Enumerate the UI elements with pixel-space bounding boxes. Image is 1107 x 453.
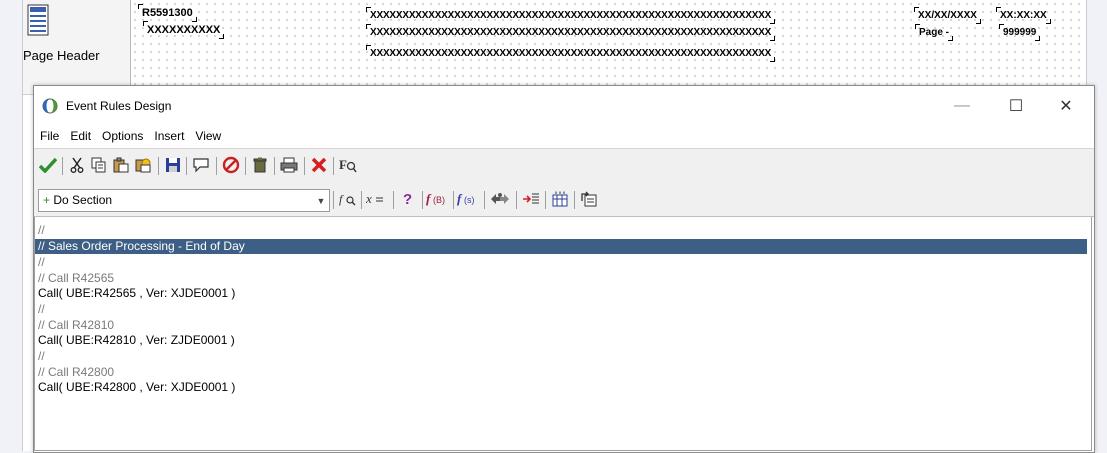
toolbar-separator	[274, 157, 275, 175]
insert-icon[interactable]	[521, 189, 541, 209]
menu-view[interactable]: View	[189, 126, 226, 143]
rule-line-selected[interactable]: // Sales Order Processing - End of Day	[35, 239, 1087, 254]
page-header-section[interactable]: Page Header	[23, 0, 131, 94]
paste-special-icon[interactable]	[133, 155, 153, 175]
toolbar-separator	[304, 157, 305, 175]
toolbar-separator	[216, 157, 217, 175]
table-io-icon[interactable]	[489, 189, 511, 209]
toolbar-separator	[186, 157, 187, 175]
rule-line-call[interactable]: Call( UBE:R42810 , Ver: ZJDE0001 )	[38, 333, 235, 348]
rule-line-call[interactable]: Call( UBE:R42800 , Ver: XJDE0001 )	[38, 380, 235, 395]
rule-line[interactable]: // Call R42800	[38, 365, 114, 380]
main-toolbar: F	[34, 148, 1094, 184]
svg-text:f: f	[339, 192, 344, 206]
svg-text:x: x	[366, 191, 372, 206]
save-icon[interactable]	[163, 155, 183, 175]
search-icon[interactable]: F	[338, 155, 358, 175]
paste-icon[interactable]	[111, 155, 131, 175]
toolbar-separator	[545, 191, 546, 209]
event-select-prefix: +	[43, 193, 51, 207]
toolbar-separator	[422, 191, 423, 209]
section-label: Page Header	[23, 48, 100, 63]
menu-edit[interactable]: Edit	[64, 126, 96, 143]
rule-line[interactable]: //	[38, 302, 45, 317]
toolbar-separator	[516, 191, 517, 209]
minimize-button[interactable]: —	[942, 92, 982, 120]
toolbar-separator	[574, 191, 575, 209]
toolbar-separator	[393, 191, 394, 209]
menu-options[interactable]: Options	[96, 126, 148, 143]
variables-icon[interactable]	[550, 189, 570, 209]
event-rules-editor[interactable]: // // Sales Order Processing - End of Da…	[34, 217, 1092, 451]
window-title: Event Rules Design	[66, 99, 172, 113]
system-function-icon[interactable]: f (s)	[457, 189, 479, 209]
page-label-field[interactable]: Page -	[914, 24, 954, 41]
date-field[interactable]: XX/XX/XXXX	[914, 7, 981, 24]
close-x-icon[interactable]	[309, 155, 329, 175]
if-icon[interactable]: ?	[398, 189, 418, 209]
comment-icon[interactable]	[191, 155, 211, 175]
cut-icon[interactable]	[67, 155, 87, 175]
toolbar-separator	[333, 157, 334, 175]
svg-text:F: F	[339, 157, 347, 172]
app-globe-icon	[42, 98, 58, 114]
event-toolbar: + Do Section ▼ f x ? f (B) f (s)	[34, 183, 1094, 217]
title-bar[interactable]: Event Rules Design — ☐ ✕	[34, 86, 1094, 126]
menu-bar: File Edit Options Insert View	[34, 126, 1094, 148]
rule-line[interactable]: //	[38, 349, 45, 364]
event-rules-window: Event Rules Design — ☐ ✕ File Edit Options…	[33, 85, 1095, 453]
toolbar-separator	[484, 191, 485, 209]
cancel-icon[interactable]	[221, 155, 241, 175]
page-header-doc-icon	[27, 4, 49, 39]
svg-text:(s): (s)	[464, 195, 475, 205]
event-select-text: Do Section	[53, 193, 113, 207]
svg-text:(B): (B)	[433, 195, 445, 205]
toolbar-separator	[245, 157, 246, 175]
close-button[interactable]: ✕	[1046, 92, 1086, 120]
menu-insert[interactable]: Insert	[148, 126, 189, 143]
page-number-field[interactable]: 999999	[998, 24, 1041, 41]
report-id-field[interactable]: R5591300	[138, 4, 197, 22]
svg-text:f: f	[426, 191, 432, 206]
toolbar-separator	[158, 157, 159, 175]
title-field-3[interactable]: XXXXXXXXXXXXXXXXXXXXXXXXXXXXXXXXXXXXXXXX…	[365, 45, 776, 62]
rule-line[interactable]: //	[38, 223, 45, 238]
report-interconnect-icon[interactable]	[579, 189, 599, 209]
svg-text:f: f	[457, 191, 463, 206]
svg-text:?: ?	[403, 191, 412, 207]
chevron-down-icon[interactable]: ▼	[313, 190, 329, 211]
print-icon[interactable]	[279, 155, 299, 175]
toolbar-separator	[333, 191, 334, 209]
rule-line-call[interactable]: Call( UBE:R42565 , Ver: XJDE0001 )	[38, 286, 235, 301]
menu-file[interactable]: File	[34, 126, 64, 143]
title-field-1[interactable]: XXXXXXXXXXXXXXXXXXXXXXXXXXXXXXXXXXXXXXXX…	[365, 7, 776, 24]
business-function-icon[interactable]: f (B)	[426, 189, 448, 209]
rule-line[interactable]: //	[38, 255, 45, 270]
report-grid[interactable]: R5591300 XXXXXXXXXX XXXXXXXXXXXXXXXXXXXX…	[131, 0, 1086, 94]
rule-line[interactable]: // Call R42565	[38, 271, 114, 286]
maximize-button[interactable]: ☐	[996, 92, 1036, 120]
validate-icon[interactable]	[38, 155, 58, 175]
title-field-2[interactable]: XXXXXXXXXXXXXXXXXXXXXXXXXXXXXXXXXXXXXXXX…	[365, 24, 776, 41]
subtitle-field[interactable]: XXXXXXXXXX	[142, 21, 225, 39]
copy-icon[interactable]	[89, 155, 109, 175]
toolbar-separator	[453, 191, 454, 209]
toolbar-separator	[62, 157, 63, 175]
event-select[interactable]: + Do Section ▼	[38, 189, 330, 212]
toolbar-separator	[361, 191, 362, 209]
rule-line[interactable]: // Call R42810	[38, 318, 114, 333]
event-select-value: + Do Section	[43, 193, 112, 207]
assignment-icon[interactable]: x	[366, 189, 388, 209]
time-field[interactable]: XX:XX:XX	[996, 7, 1051, 24]
function-search-icon[interactable]: f	[338, 189, 358, 209]
delete-icon[interactable]	[250, 155, 270, 175]
